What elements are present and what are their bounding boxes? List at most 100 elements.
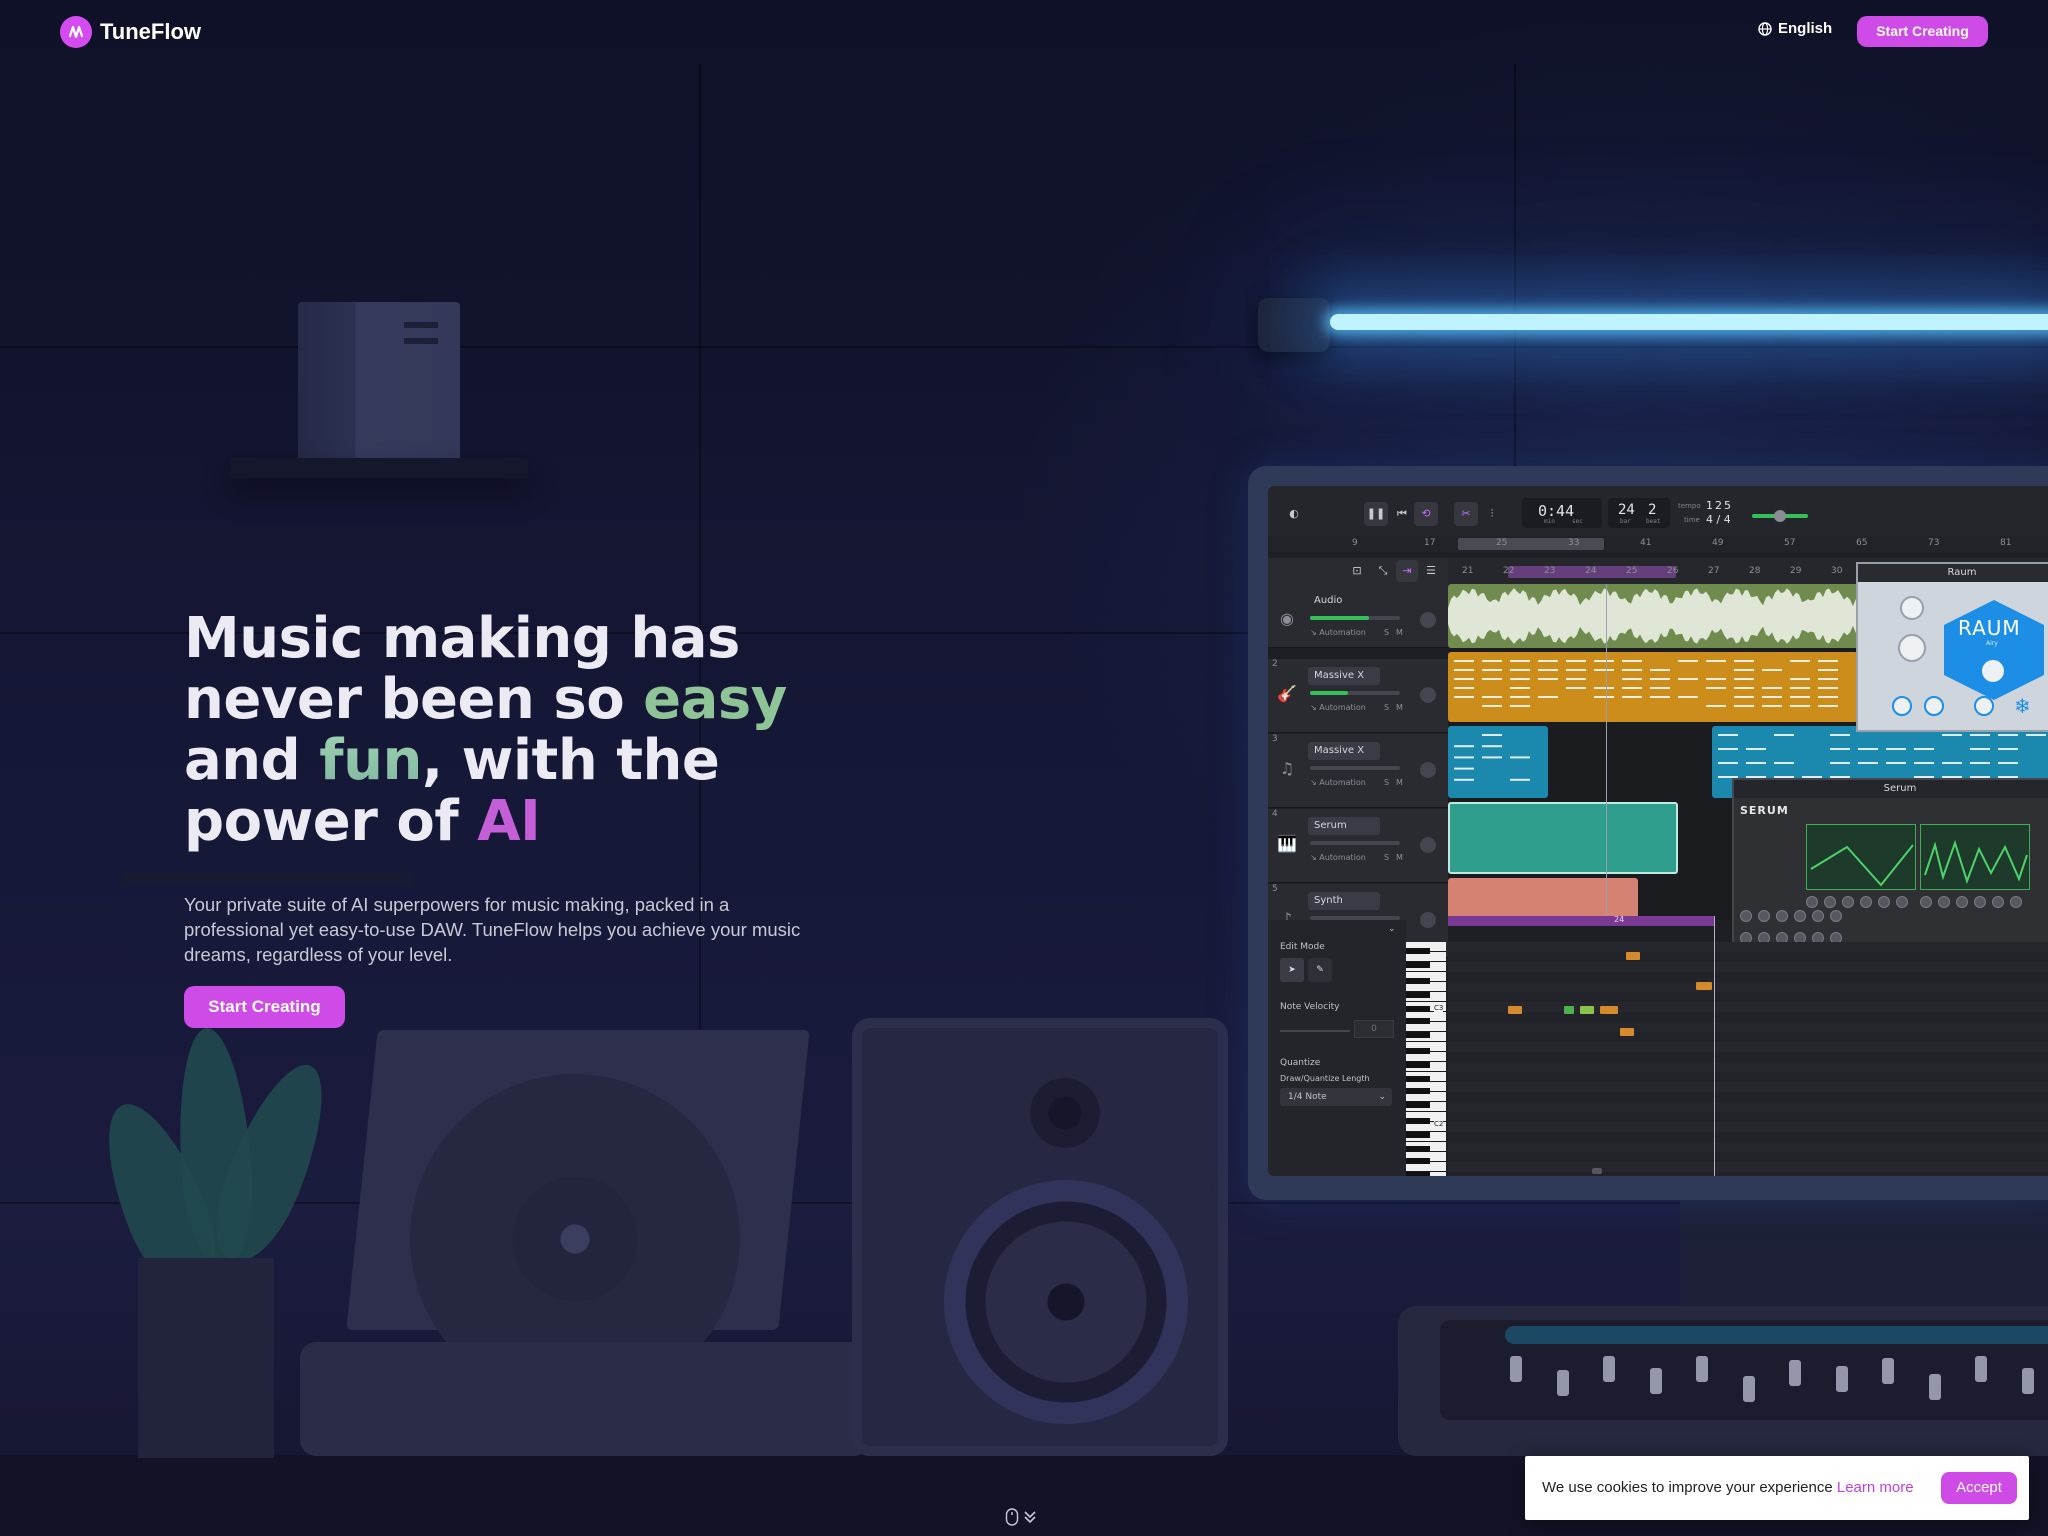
track-volume-slider[interactable] — [1310, 616, 1400, 620]
mixer-settings-icon[interactable]: ⫶ — [1480, 502, 1504, 526]
serum-knob[interactable] — [1794, 910, 1806, 922]
serum-knob[interactable] — [1824, 896, 1836, 908]
midi-note[interactable] — [1508, 1006, 1522, 1014]
serum-knob[interactable] — [1830, 910, 1842, 922]
cookie-accept-button[interactable]: Accept — [1941, 1472, 2017, 1504]
raum-knob[interactable] — [1974, 696, 1994, 716]
header-start-creating-button[interactable]: Start Creating — [1857, 16, 1988, 47]
track-name[interactable]: Serum — [1308, 817, 1380, 835]
resize-tool-icon[interactable]: ⤡ — [1372, 560, 1394, 582]
serum-knob[interactable] — [2010, 896, 2022, 908]
raum-knob[interactable] — [1900, 596, 1924, 620]
loop-button[interactable]: ⟲ — [1414, 502, 1438, 526]
track-name[interactable]: Audio — [1308, 592, 1380, 610]
snowflake-icon[interactable]: ❄ — [2014, 694, 2031, 718]
serum-knob[interactable] — [1776, 910, 1788, 922]
midi-clip-teal[interactable] — [1448, 802, 1678, 874]
skip-back-button[interactable]: ⏮ — [1390, 502, 1414, 526]
track-pan-knob[interactable] — [1418, 910, 1438, 930]
master-volume-slider[interactable] — [1752, 510, 1808, 522]
midi-note[interactable] — [1564, 1006, 1574, 1014]
piano-keys[interactable] — [1406, 942, 1446, 1176]
midi-note[interactable] — [1696, 982, 1712, 990]
serum-knob[interactable] — [1920, 896, 1932, 908]
track-volume-slider[interactable] — [1310, 691, 1400, 695]
overview-loop-region[interactable] — [1458, 538, 1604, 550]
solo-button[interactable]: S — [1384, 628, 1389, 637]
midi-note[interactable] — [1600, 1006, 1618, 1014]
cookie-learn-more-link[interactable]: Learn more — [1837, 1479, 1914, 1496]
track-header[interactable]: 3 ♫ Massive X ↘ Automation S M — [1268, 734, 1448, 808]
snap-tool-icon[interactable]: ⇥ — [1396, 560, 1418, 582]
track-header[interactable]: 4 🎹 Serum ↘ Automation S M — [1268, 809, 1448, 883]
quantize-length-select[interactable]: 1/4 Note ⌄ — [1280, 1088, 1392, 1106]
solo-button[interactable]: S — [1384, 853, 1389, 862]
raum-knob[interactable] — [1898, 634, 1926, 662]
serum-knob[interactable] — [1806, 896, 1818, 908]
track-pan-knob[interactable] — [1418, 835, 1438, 855]
note-velocity-input[interactable]: 0 — [1354, 1020, 1394, 1038]
raum-knob[interactable] — [1892, 696, 1912, 716]
serum-knob[interactable] — [1938, 896, 1950, 908]
midi-note-dash — [1830, 762, 1850, 764]
track-pan-knob[interactable] — [1418, 685, 1438, 705]
track-name[interactable]: Massive X — [1308, 742, 1380, 760]
track-header[interactable]: 2 🎸 Massive X ↘ Automation S M — [1268, 659, 1448, 733]
serum-knob[interactable] — [1974, 896, 1986, 908]
mute-button[interactable]: M — [1396, 628, 1403, 637]
mute-button[interactable]: M — [1396, 778, 1403, 787]
midi-notes — [1454, 660, 1838, 707]
midi-note-dash — [1566, 669, 1586, 671]
raum-knob[interactable] — [1924, 696, 1944, 716]
mute-button[interactable]: M — [1396, 703, 1403, 712]
midi-clip-salmon[interactable] — [1448, 878, 1638, 920]
track-volume-slider[interactable] — [1310, 841, 1400, 845]
midi-note[interactable] — [1620, 1028, 1634, 1036]
horizontal-scrollbar[interactable] — [1592, 1168, 1602, 1174]
select-tool-icon[interactable]: ⊡ — [1346, 560, 1368, 582]
serum-knob[interactable] — [1956, 896, 1968, 908]
app-menu-icon[interactable]: ◐ — [1282, 502, 1306, 526]
pause-button[interactable]: ❚❚ — [1364, 502, 1388, 526]
mute-button[interactable]: M — [1396, 853, 1403, 862]
serum-knob[interactable] — [1812, 910, 1824, 922]
edit-mode-select-icon[interactable]: ➤ — [1280, 958, 1304, 982]
track-volume-slider[interactable] — [1310, 766, 1400, 770]
layers-icon[interactable]: ☰ — [1420, 560, 1442, 582]
tempo-value[interactable]: 125 — [1706, 499, 1733, 512]
collapse-chevron-icon[interactable]: ⌄ — [1388, 924, 1396, 934]
raum-knob[interactable] — [1980, 658, 2006, 684]
serum-knob[interactable] — [1740, 910, 1752, 922]
serum-knob[interactable] — [1842, 896, 1854, 908]
midi-note[interactable] — [1580, 1006, 1594, 1014]
midi-clip-orange[interactable] — [1448, 652, 1858, 722]
piano-roll-grid[interactable] — [1448, 916, 2048, 1176]
brand-logo[interactable]: TuneFlow — [60, 16, 201, 48]
hero-start-creating-button[interactable]: Start Creating — [184, 986, 345, 1028]
track-name[interactable]: Synth — [1308, 892, 1380, 910]
midi-note[interactable] — [1626, 952, 1640, 960]
serum-knob[interactable] — [1758, 910, 1770, 922]
scroll-hint[interactable] — [1005, 1508, 1037, 1526]
solo-button[interactable]: S — [1384, 703, 1389, 712]
track-pan-knob[interactable] — [1418, 610, 1438, 630]
overview-ruler[interactable]: 9 17 25 33 41 49 57 65 73 81 — [1268, 536, 2048, 552]
track-pan-knob[interactable] — [1418, 760, 1438, 780]
midi-note-dash — [1454, 687, 1474, 689]
time-signature-value[interactable]: 4 / 4 — [1706, 513, 1731, 526]
solo-button[interactable]: S — [1384, 778, 1389, 787]
serum-knob[interactable] — [1878, 896, 1890, 908]
language-selector[interactable]: English — [1758, 20, 1832, 37]
note-velocity-slider[interactable] — [1280, 1030, 1350, 1032]
midi-clip-blue[interactable] — [1448, 726, 1548, 798]
serum-knob[interactable] — [1992, 896, 2004, 908]
audio-clip[interactable] — [1448, 584, 1858, 648]
raum-plugin-window[interactable]: Raum RAUM Airy ❄ — [1856, 562, 2048, 732]
serum-knob[interactable] — [1860, 896, 1872, 908]
edit-mode-pencil-icon[interactable]: ✎ — [1308, 958, 1332, 982]
midi-note-dash — [1482, 660, 1502, 662]
record-mode-button[interactable]: ✂ — [1454, 502, 1478, 526]
serum-knob[interactable] — [1896, 896, 1908, 908]
track-name[interactable]: Massive X — [1308, 667, 1380, 685]
track-header[interactable]: ◉ Audio ↘ Automation S M — [1268, 584, 1448, 648]
